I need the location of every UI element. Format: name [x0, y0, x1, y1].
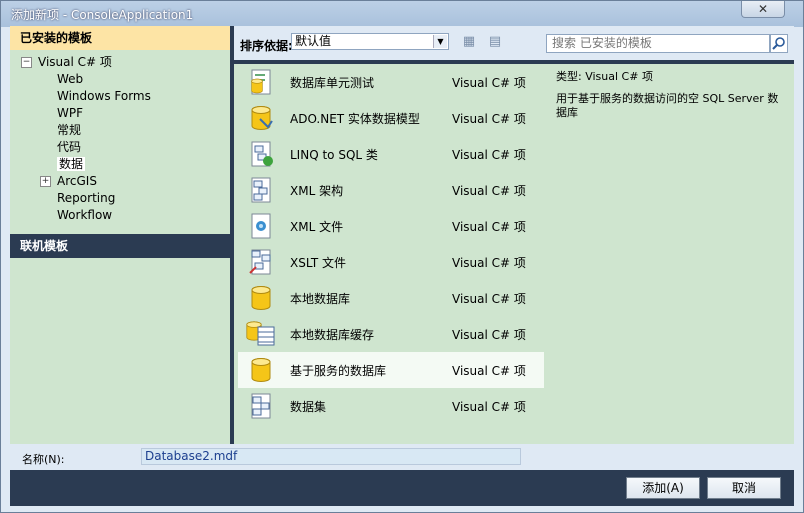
template-kind: Visual C# 项	[452, 184, 526, 198]
template-item[interactable]: ADO.NET 实体数据模型 Visual C# 项	[238, 100, 544, 136]
name-bar: 名称(N): Database2.mdf	[10, 444, 794, 470]
template-item[interactable]: XSLT 文件 Visual C# 项	[238, 244, 544, 280]
tree-item[interactable]: 常规	[57, 122, 81, 139]
search-bar: 搜索 已安装的模板	[544, 26, 794, 60]
tree-item-label: 代码	[57, 140, 82, 154]
sort-dropdown[interactable]: 默认值 ▼	[291, 33, 449, 50]
dialog-body: 已安装的模板 − Visual C# 项 Web Windows Forms WPF 常规…	[10, 26, 794, 444]
template-name: XSLT 文件	[290, 256, 347, 270]
templates-pane: 排序依据: 默认值 ▼ ▦ ▤ 数据库单元测试 Visual C# 项 ADO.NE…	[234, 26, 544, 444]
tree-item-label: 数据	[57, 157, 86, 171]
tree-item-label: WPF	[57, 106, 84, 120]
chevron-down-icon: ▼	[433, 35, 447, 48]
template-kind: Visual C# 项	[452, 292, 526, 306]
template-name: ADO.NET 实体数据模型	[290, 112, 420, 126]
tree-item[interactable]: Windows Forms	[57, 88, 151, 105]
details-view-icon[interactable]: ▤	[488, 35, 502, 49]
template-kind: Visual C# 项	[452, 76, 526, 90]
sort-label: 排序依据:	[240, 39, 293, 53]
sort-value: 默认值	[295, 34, 332, 48]
service-database-icon	[251, 358, 271, 382]
button-bar: 添加(A) 取消	[10, 470, 794, 506]
template-type: 类型: Visual C# 项	[556, 68, 784, 84]
details-pane: 搜索 已安装的模板 类型: Visual C# 项 用于基于服务的数据访问的空 …	[544, 26, 794, 444]
template-name: 基于服务的数据库	[290, 364, 387, 378]
tree-item-label: Windows Forms	[57, 89, 151, 103]
title-bar: 添加新项 - ConsoleApplication1 ✕	[1, 1, 803, 27]
tree-item[interactable]: − Visual C# 项	[21, 54, 112, 71]
template-item[interactable]: LINQ to SQL 类 Visual C# 项	[238, 136, 544, 172]
search-icon	[772, 37, 785, 50]
xslt-file-icon	[249, 249, 271, 275]
tree-item-label: Workflow	[57, 208, 113, 222]
name-label: 名称(N):	[22, 453, 65, 466]
tree-item-label: Web	[57, 72, 84, 86]
dataset-icon	[251, 393, 271, 419]
template-details: 类型: Visual C# 项 用于基于服务的数据访问的空 SQL Server…	[544, 64, 794, 444]
entity-model-icon	[251, 106, 273, 130]
sort-bar: 排序依据: 默认值 ▼ ▦ ▤	[234, 26, 544, 60]
template-name: 数据库单元测试	[290, 76, 375, 90]
template-item[interactable]: 数据库单元测试 Visual C# 项	[238, 64, 544, 100]
type-value: Visual C# 项	[585, 70, 653, 83]
medium-icons-view-icon[interactable]: ▦	[462, 35, 476, 49]
tree-item-label: Visual C# 项	[38, 55, 112, 69]
tree-item[interactable]: Workflow	[57, 207, 112, 224]
template-list: 数据库单元测试 Visual C# 项 ADO.NET 实体数据模型 Visual C…	[234, 64, 544, 444]
tree-item[interactable]: WPF	[57, 105, 83, 122]
window-title: 添加新项 - ConsoleApplication1	[11, 8, 194, 22]
template-kind: Visual C# 项	[452, 328, 526, 342]
template-kind: Visual C# 项	[452, 112, 526, 126]
installed-templates-header[interactable]: 已安装的模板	[10, 26, 230, 50]
tree-item[interactable]: 代码	[57, 139, 81, 156]
local-database-icon	[251, 286, 271, 310]
type-label: 类型:	[556, 70, 582, 83]
tree-item-label: ArcGIS	[57, 174, 97, 188]
template-name: 本地数据库缓存	[290, 328, 375, 342]
template-item[interactable]: 基于服务的数据库 Visual C# 项	[238, 352, 544, 388]
template-name: XML 架构	[290, 184, 344, 198]
tree-item-label: 常规	[57, 123, 82, 137]
template-kind: Visual C# 项	[452, 220, 526, 234]
template-categories-pane: 已安装的模板 − Visual C# 项 Web Windows Forms WPF 常规…	[10, 26, 230, 444]
tree-item[interactable]: Reporting	[57, 190, 115, 207]
template-kind: Visual C# 项	[452, 256, 526, 270]
tree-item[interactable]: 数据	[57, 156, 86, 173]
expand-icon[interactable]: +	[40, 176, 51, 187]
linq-to-sql-icon	[251, 141, 273, 167]
template-kind: Visual C# 项	[452, 364, 526, 378]
xml-schema-icon	[251, 177, 271, 203]
template-name: LINQ to SQL 类	[290, 148, 378, 162]
tree-item-label: Reporting	[57, 191, 116, 205]
template-item[interactable]: 数据集 Visual C# 项	[238, 388, 544, 424]
xml-file-icon	[251, 213, 271, 239]
template-name: 本地数据库	[290, 292, 351, 306]
template-name: XML 文件	[290, 220, 344, 234]
template-item[interactable]: XML 架构 Visual C# 项	[238, 172, 544, 208]
template-kind: Visual C# 项	[452, 148, 526, 162]
online-templates-header[interactable]: 联机模板	[10, 234, 230, 258]
close-button[interactable]: ✕	[741, 1, 785, 18]
database-unit-test-icon	[251, 69, 271, 95]
template-description: 用于基于服务的数据访问的空 SQL Server 数据库	[556, 92, 779, 119]
cancel-button[interactable]: 取消	[707, 477, 781, 499]
template-item[interactable]: XML 文件 Visual C# 项	[238, 208, 544, 244]
tree-item[interactable]: + ArcGIS	[40, 173, 97, 190]
name-input[interactable]: Database2.mdf	[141, 448, 521, 465]
search-button[interactable]	[770, 34, 788, 53]
template-item[interactable]: 本地数据库缓存 Visual C# 项	[238, 316, 544, 352]
collapse-icon[interactable]: −	[21, 57, 32, 68]
local-database-cache-icon	[246, 321, 275, 346]
template-name: 数据集	[290, 400, 327, 414]
template-item[interactable]: 本地数据库 Visual C# 项	[238, 280, 544, 316]
tree-item[interactable]: Web	[57, 71, 83, 88]
search-input[interactable]: 搜索 已安装的模板	[546, 34, 770, 53]
template-kind: Visual C# 项	[452, 400, 526, 414]
add-button[interactable]: 添加(A)	[626, 477, 700, 499]
